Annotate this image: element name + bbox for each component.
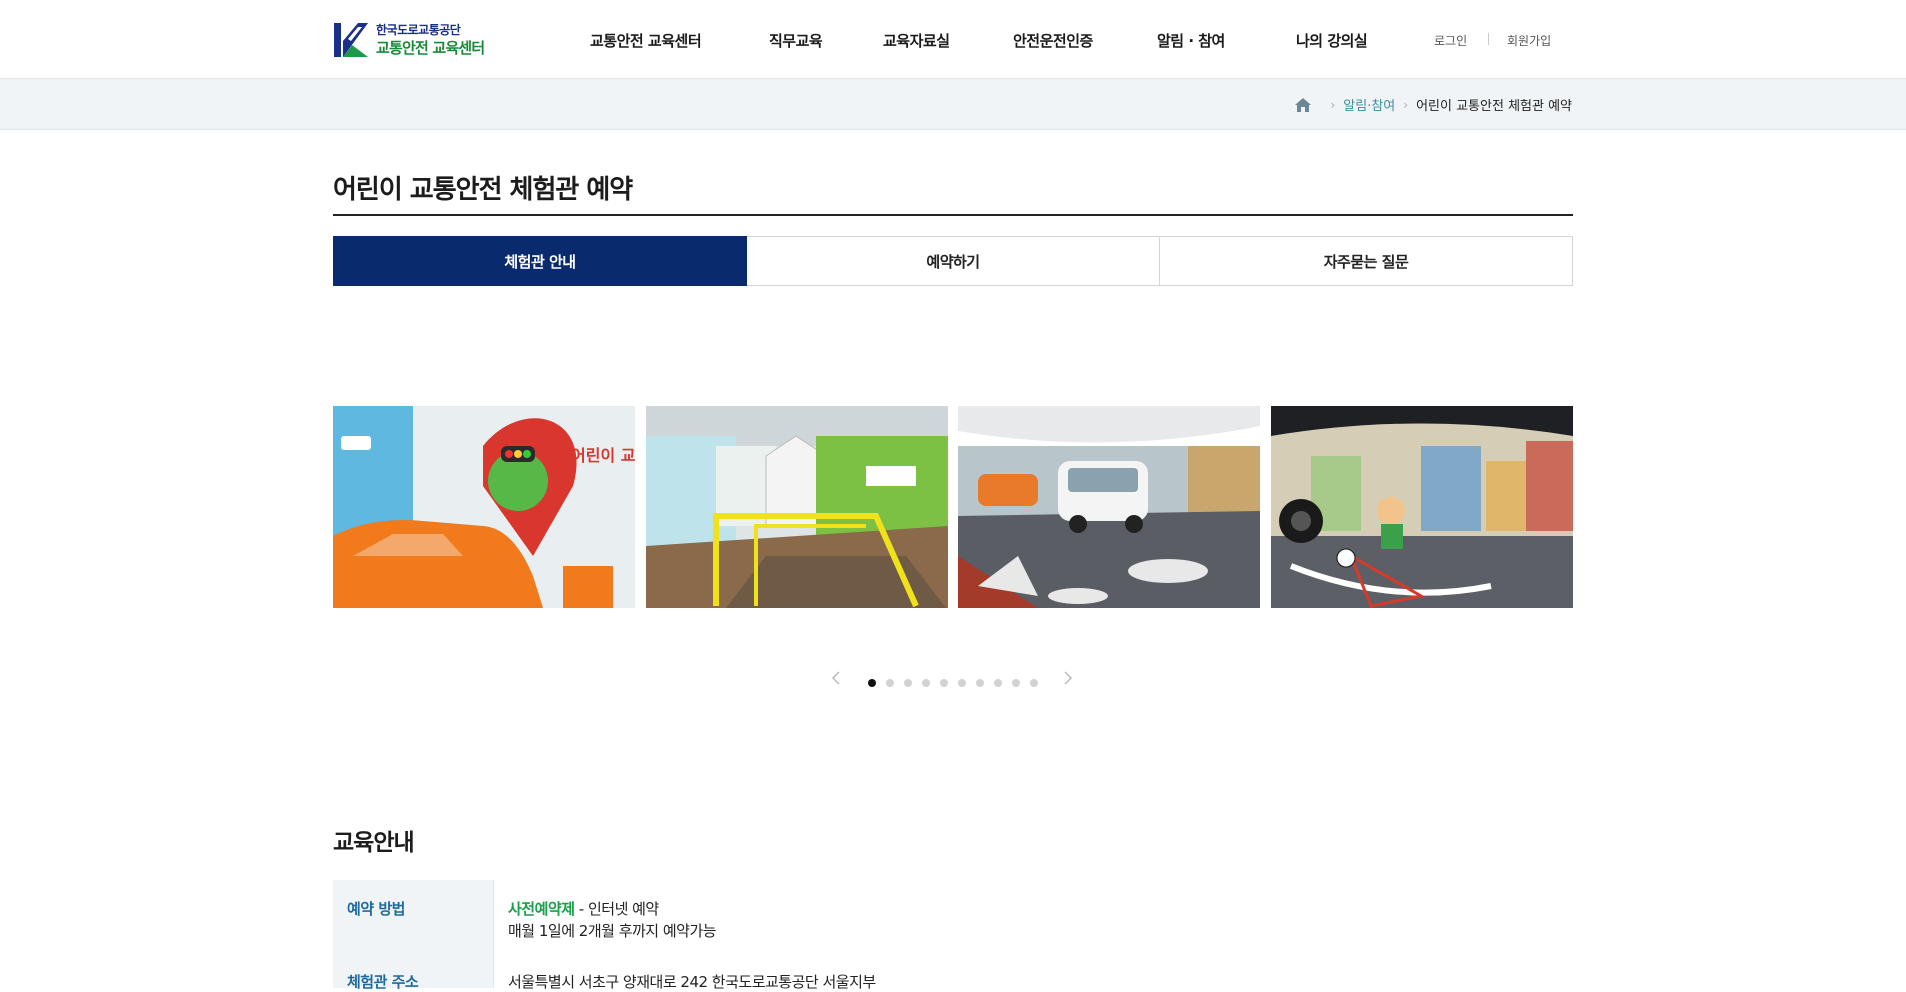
tab-facility-info[interactable]: 체험관 안내	[333, 236, 747, 286]
nav-item-education-center[interactable]: 교통안전 교육센터	[590, 30, 702, 51]
info-value-reservation-period: 매월 1일에 2개월 후까지 예약가능	[508, 922, 717, 940]
slide-sign-text: 어린이 교통안전 체험관	[571, 446, 635, 465]
gallery-dot[interactable]	[940, 679, 948, 687]
nav-item-my-classroom[interactable]: 나의 강의실	[1296, 30, 1368, 51]
logo-mark-icon	[334, 21, 370, 59]
gallery-slide[interactable]	[645, 406, 948, 608]
site-logo[interactable]: 한국도로교통공단 교통안전 교육센터	[334, 20, 494, 60]
info-divider	[493, 880, 494, 988]
info-value-address: 서울특별시 서초구 양재대로 242 한국도로교통공단 서울지부	[508, 973, 876, 991]
site-header: 한국도로교통공단 교통안전 교육센터 교통안전 교육센터 직무교육 교육자료실 …	[0, 0, 1906, 79]
gallery-slide[interactable]	[958, 406, 1261, 608]
gallery-dot[interactable]	[976, 679, 984, 687]
photo-gallery: 어린이 교통안전 체험관	[333, 406, 1573, 608]
gallery-dot[interactable]	[958, 679, 966, 687]
chevron-right-icon: ›	[1403, 97, 1409, 112]
nav-item-notice[interactable]: 알림 · 참여	[1157, 30, 1225, 51]
highlight-prebooking: 사전예약제	[508, 900, 575, 918]
info-label-address: 체험관 주소	[347, 973, 419, 991]
breadcrumb-parent[interactable]: 알림·참여	[1343, 95, 1395, 114]
gallery-dot[interactable]	[886, 679, 894, 687]
title-divider	[333, 214, 1573, 216]
tab-reservation[interactable]: 예약하기	[747, 236, 1160, 286]
home-icon[interactable]	[1294, 97, 1312, 113]
signup-link[interactable]: 회원가입	[1507, 32, 1551, 49]
gallery-slide[interactable]: 어린이 교통안전 체험관	[333, 406, 635, 608]
gallery-slide[interactable]	[1270, 406, 1573, 608]
gallery-dot[interactable]	[994, 679, 1002, 687]
logo-org-text: 한국도로교통공단	[376, 22, 461, 37]
nav-item-materials[interactable]: 교육자료실	[883, 30, 950, 51]
tab-bar: 체험관 안내 예약하기 자주묻는 질문	[333, 236, 1573, 286]
info-value-reservation-method: 사전예약제 - 인터넷 예약	[508, 898, 659, 919]
logo-center-text: 교통안전 교육센터	[376, 38, 485, 57]
nav-item-job-training[interactable]: 직무교육	[769, 30, 823, 51]
gallery-dot[interactable]	[1030, 679, 1038, 687]
chevron-left-icon[interactable]	[826, 668, 846, 688]
nav-item-safe-driving-cert[interactable]: 안전운전인증	[1013, 30, 1093, 51]
chevron-right-icon: ›	[1330, 97, 1336, 112]
chevron-right-icon[interactable]	[1058, 668, 1078, 688]
info-label-reservation-method: 예약 방법	[347, 900, 405, 918]
gallery-dot[interactable]	[1012, 679, 1020, 687]
login-link[interactable]: 로그인	[1434, 32, 1467, 49]
section-title-education: 교육안내	[333, 830, 415, 856]
page-title: 어린이 교통안전 체험관 예약	[333, 175, 633, 205]
breadcrumb-current: 어린이 교통안전 체험관 예약	[1416, 99, 1572, 114]
reservation-method-rest: - 인터넷 예약	[574, 900, 659, 918]
gallery-dot[interactable]	[868, 679, 876, 687]
breadcrumb: › 알림·참여 › 어린이 교통안전 체험관 예약	[1294, 79, 1572, 130]
tab-faq[interactable]: 자주묻는 질문	[1160, 236, 1573, 286]
util-divider	[1488, 33, 1489, 45]
breadcrumb-bar: › 알림·참여 › 어린이 교통안전 체험관 예약	[0, 79, 1906, 130]
gallery-dot[interactable]	[904, 679, 912, 687]
gallery-dot[interactable]	[922, 679, 930, 687]
education-info-table: 예약 방법 사전예약제 - 인터넷 예약 매월 1일에 2개월 후까지 예약가능…	[333, 880, 1573, 991]
